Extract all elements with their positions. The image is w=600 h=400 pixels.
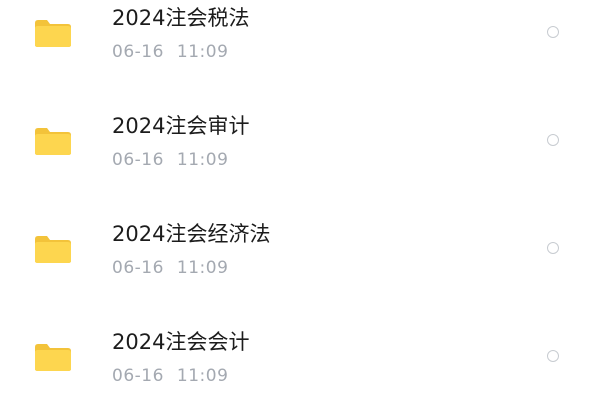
file-date: 06-16 <box>112 366 164 386</box>
file-row[interactable]: 2024注会会计 06-16 11:09 <box>0 304 600 400</box>
select-radio[interactable] <box>547 242 559 254</box>
file-row[interactable]: 2024注会审计 06-16 11:09 <box>0 88 600 196</box>
select-radio[interactable] <box>547 134 559 146</box>
file-time: 11:09 <box>176 366 229 386</box>
file-date: 06-16 <box>112 150 164 170</box>
file-timestamp: 06-16 11:09 <box>112 260 228 277</box>
select-radio[interactable] <box>547 26 559 38</box>
file-name: 2024注会审计 <box>112 114 250 138</box>
file-time: 11:09 <box>176 150 229 170</box>
file-date: 06-16 <box>112 42 164 62</box>
file-time: 11:09 <box>176 258 229 278</box>
file-list: 2024注会税法 06-16 11:09 2024注会审计 06-16 11:09 … <box>0 0 600 400</box>
file-name: 2024注会税法 <box>112 6 250 30</box>
folder-icon <box>34 126 72 156</box>
folder-icon <box>34 234 72 264</box>
folder-icon <box>34 342 72 372</box>
file-timestamp: 06-16 11:09 <box>112 152 228 169</box>
file-row[interactable]: 2024注会经济法 06-16 11:09 <box>0 196 600 304</box>
file-time: 11:09 <box>176 42 229 62</box>
file-date: 06-16 <box>112 258 164 278</box>
file-row[interactable]: 2024注会税法 06-16 11:09 <box>0 0 600 88</box>
file-timestamp: 06-16 11:09 <box>112 44 228 61</box>
file-name: 2024注会经济法 <box>112 222 271 246</box>
file-name: 2024注会会计 <box>112 330 250 354</box>
file-timestamp: 06-16 11:09 <box>112 368 228 385</box>
select-radio[interactable] <box>547 350 559 362</box>
folder-icon <box>34 18 72 48</box>
